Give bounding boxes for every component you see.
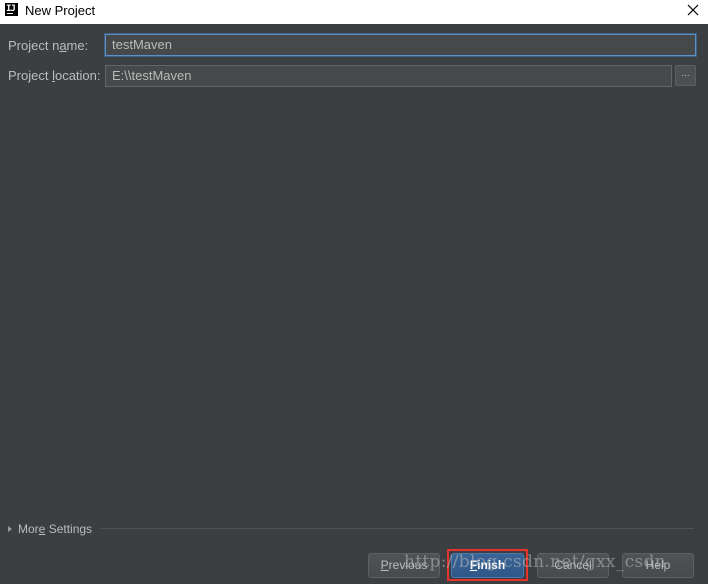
project-name-label: Project name: <box>8 38 89 53</box>
title-bar: IJ New Project <box>0 0 708 24</box>
settings-divider <box>100 528 694 529</box>
window-title: New Project <box>25 3 96 18</box>
project-name-input[interactable]: testMaven <box>105 34 696 56</box>
close-icon <box>687 4 699 16</box>
browse-location-button[interactable]: ... <box>675 65 696 86</box>
watermark-text: http://blog.csdn.net/gxx_csdn <box>404 552 666 572</box>
project-location-input[interactable]: E:\\testMaven <box>105 65 672 87</box>
expand-arrow-icon <box>8 526 12 532</box>
project-location-label: Project location: <box>8 68 101 83</box>
new-project-dialog: IJ New Project Project name: testMaven P… <box>0 0 708 584</box>
close-button[interactable] <box>678 0 708 20</box>
intellij-app-icon: IJ <box>5 3 18 16</box>
more-settings-toggle[interactable]: More Settings <box>8 521 92 537</box>
